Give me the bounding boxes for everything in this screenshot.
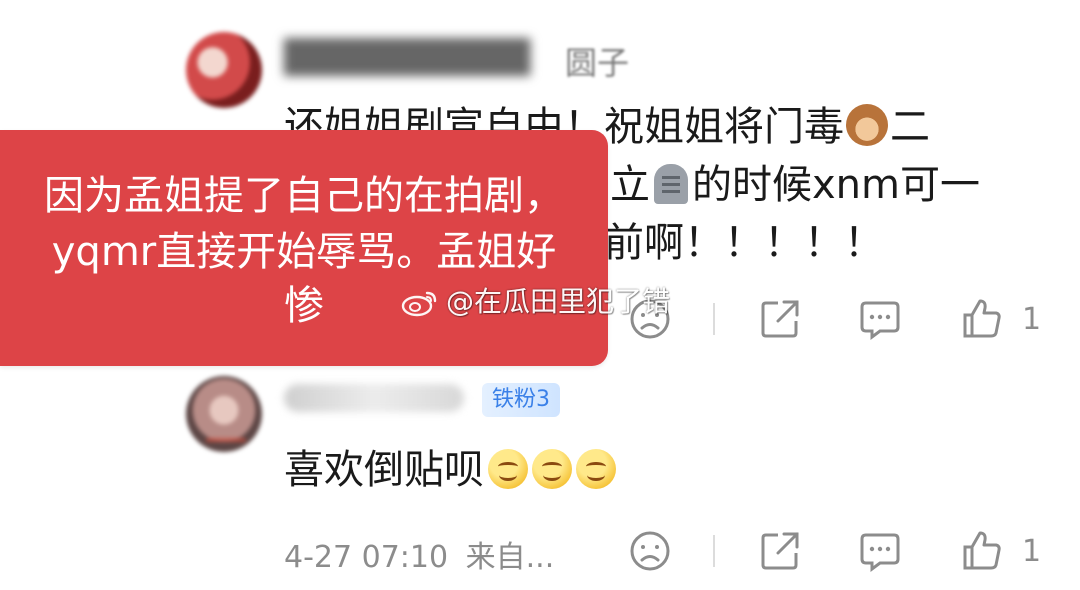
username-blurred[interactable]: ██████████	[284, 38, 530, 76]
divider	[713, 303, 715, 335]
smile-emoji-icon	[576, 449, 616, 489]
smile-emoji-icon	[488, 449, 528, 489]
sad-face-icon[interactable]	[628, 529, 672, 573]
comment-meta: 4-27 07:10 来自...	[284, 532, 554, 576]
smile-emoji-icon	[532, 449, 572, 489]
like-count: 1	[1022, 302, 1042, 337]
overlay-text-line: yqmr直接开始辱骂。孟姐好	[51, 229, 557, 275]
thumbs-up-icon[interactable]	[960, 529, 1004, 573]
like-count: 1	[1022, 534, 1042, 569]
overlay-text-line: 因为孟姐提了自己的在拍剧，	[44, 173, 564, 219]
share-icon[interactable]	[758, 297, 802, 341]
comment-time: 4-27 07:10	[284, 540, 449, 575]
avatar[interactable]	[186, 32, 262, 108]
monkey-emoji-icon	[846, 104, 888, 146]
comment-icon[interactable]	[858, 297, 902, 341]
username-tail[interactable]: 圆子	[565, 38, 629, 84]
thumbs-up-icon[interactable]	[960, 297, 1004, 341]
weibo-logo-icon	[401, 291, 437, 317]
comment-icon[interactable]	[858, 529, 902, 573]
divider	[713, 535, 715, 567]
avatar[interactable]	[186, 376, 262, 452]
fan-badge: 铁粉3	[482, 383, 560, 417]
tombstone-emoji-icon	[654, 164, 688, 204]
username-blurred[interactable]	[284, 384, 464, 412]
share-icon[interactable]	[758, 529, 802, 573]
comment-text: 喜欢倒贴呗	[284, 441, 616, 499]
comment-text-line: 立的时候xnm可一	[610, 162, 980, 208]
watermark: @在瓜田里犯了错	[400, 280, 670, 320]
comment-source[interactable]: 来自...	[466, 540, 555, 575]
overlay-banner: 因为孟姐提了自己的在拍剧， yqmr直接开始辱骂。孟姐好 惨	[0, 130, 608, 366]
comment-text-line: 前啊！！！！！	[604, 220, 884, 266]
